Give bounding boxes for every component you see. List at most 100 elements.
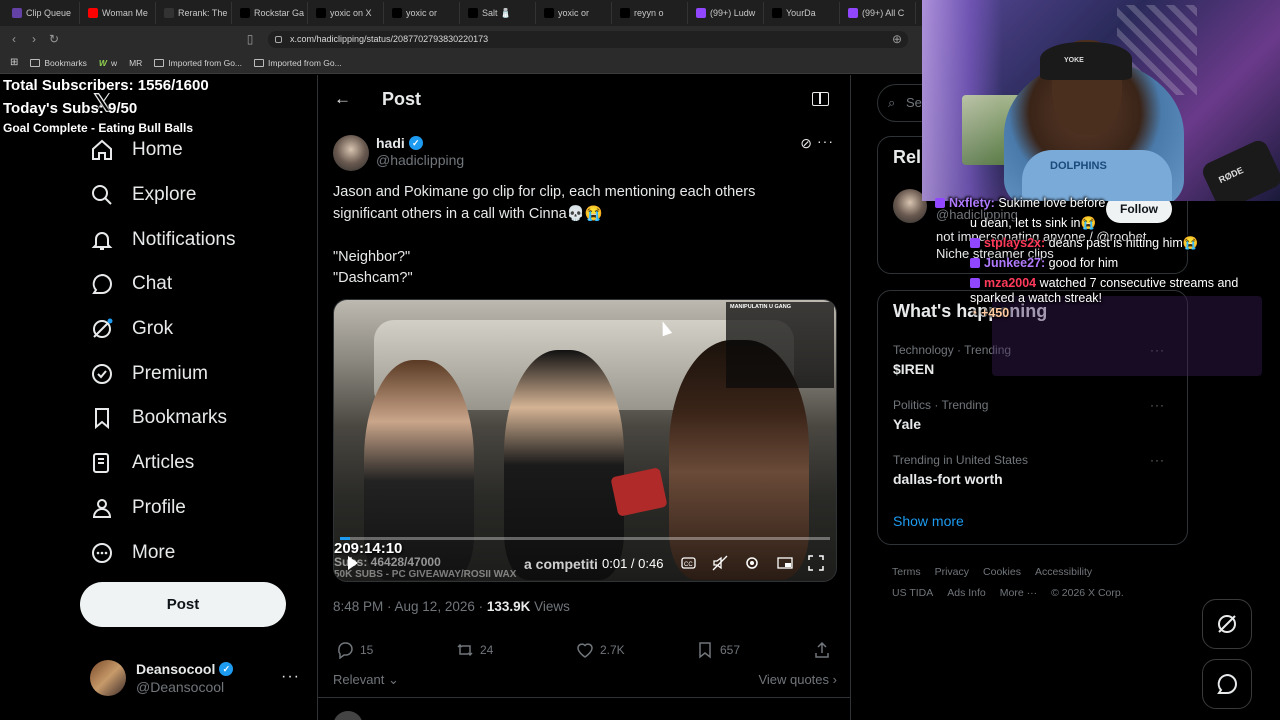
chat-username: stplays2x:	[984, 236, 1046, 250]
video-progress-bar[interactable]	[340, 537, 830, 540]
browser-tab[interactable]: (99+) All C	[842, 2, 916, 24]
account-switcher[interactable]: Deansocool ✓ @Deansocool ···	[90, 658, 310, 698]
sub-goal-overlay: Total Subscribers: 1556/1600 Today's Sub…	[3, 77, 209, 135]
more-icon	[90, 541, 114, 565]
share-button[interactable]	[813, 641, 831, 659]
footer-link[interactable]: Accessibility	[1035, 566, 1092, 578]
nav-item-explore[interactable]: Explore	[80, 173, 310, 218]
tab-favicon-icon	[848, 8, 858, 18]
grok-icon[interactable]: ⊘	[800, 135, 812, 152]
footer-link[interactable]: US TIDA	[892, 587, 933, 599]
nav-item-articles[interactable]: Articles	[80, 441, 310, 486]
more-dots-icon[interactable]: ···	[281, 668, 300, 686]
post-button[interactable]: Post	[80, 582, 286, 627]
nav-label: Notifications	[132, 228, 236, 250]
footer-link[interactable]: More ···	[1000, 587, 1037, 599]
shirt-text: DOLPHINS	[1050, 160, 1107, 172]
tab-favicon-icon	[468, 8, 478, 18]
author-handle[interactable]: @hadiclipping	[376, 152, 464, 168]
apps-grid-icon[interactable]: ⊞	[10, 57, 18, 68]
reader-mode-icon[interactable]	[812, 92, 829, 106]
trend-item[interactable]: Trending in United States dallas-fort wo…	[893, 453, 1173, 487]
more-dots-icon[interactable]: ···	[1150, 453, 1165, 467]
more-dots-icon[interactable]: ···	[1150, 398, 1165, 412]
settings-gear-icon[interactable]	[744, 555, 760, 571]
w-logo-icon: W	[98, 57, 107, 68]
zoom-icon[interactable]: ⊕	[887, 32, 907, 46]
nav-item-premium[interactable]: Premium	[80, 351, 310, 396]
video-player[interactable]: MANIPULATIN U GANG 209:14:10 Subs: 46428…	[333, 299, 837, 582]
webcam-overlay: YOKE DOLPHINS RØDE	[922, 0, 1280, 201]
nav-item-notifications[interactable]: Notifications	[80, 217, 310, 262]
bookmark-item[interactable]: Ww	[99, 58, 117, 68]
author-avatar[interactable]	[333, 135, 369, 171]
footer-link[interactable]: Privacy	[935, 566, 969, 578]
total-subs-text: Total Subscribers: 1556/1600	[3, 77, 209, 94]
post-timestamp[interactable]: 8:48 PM · Aug 12, 2026 ·	[333, 599, 487, 614]
nav-item-more[interactable]: More	[80, 530, 310, 575]
author-name-row[interactable]: hadi ✓	[376, 135, 423, 151]
view-quotes-label: View quotes	[758, 672, 830, 687]
browser-tab[interactable]: (99+) Ludw	[690, 2, 764, 24]
bookmark-item[interactable]: MR	[129, 58, 142, 68]
play-icon[interactable]	[348, 556, 358, 570]
captions-icon[interactable]: CC	[680, 555, 696, 571]
bookmark-item[interactable]: Imported from Go...	[254, 58, 342, 68]
browser-tab[interactable]: yoxic on X	[310, 2, 384, 24]
browser-tab[interactable]: Woman Me	[82, 2, 156, 24]
bookmark-icon	[699, 642, 711, 659]
chat-text: deans past is hitting him😭	[1045, 236, 1199, 250]
messages-fab-button[interactable]	[1202, 659, 1252, 709]
browser-tab[interactable]: yoxic or	[538, 2, 612, 24]
browser-tab[interactable]: Rockstar Ga	[234, 2, 308, 24]
browser-tab[interactable]: Clip Queue	[6, 2, 80, 24]
bookmark-star-icon[interactable]: ▯	[240, 32, 260, 46]
account-name: Deansocool	[136, 661, 216, 677]
footer-link[interactable]: Cookies	[983, 566, 1021, 578]
nav-item-bookmarks[interactable]: Bookmarks	[80, 396, 310, 441]
tab-favicon-icon	[88, 8, 98, 18]
nav-item-grok[interactable]: Grok	[80, 307, 310, 352]
forward-arrow-icon[interactable]: ›	[24, 32, 44, 46]
mute-icon[interactable]	[712, 555, 728, 571]
tab-favicon-icon	[620, 8, 630, 18]
video-time: 0:01 / 0:46	[602, 556, 664, 571]
chat-username: mza2004	[984, 276, 1037, 290]
search-placeholder: Se	[906, 95, 922, 110]
browser-tab[interactable]: Rerank: The	[158, 2, 232, 24]
browser-tab[interactable]: Salt 🧂	[462, 2, 536, 24]
repost-button[interactable]: 24	[456, 641, 493, 659]
bookmark-item[interactable]: Imported from Go...	[154, 58, 242, 68]
like-button[interactable]: 2.7K	[576, 641, 625, 659]
bookmark-item[interactable]: Bookmarks	[30, 58, 87, 68]
nav-label: Explore	[132, 184, 197, 206]
grok-fab-button[interactable]	[1202, 599, 1252, 649]
footer-link[interactable]: Terms	[892, 566, 921, 578]
twitch-icon	[970, 238, 980, 248]
trend-item[interactable]: Politics · Trending Yale ···	[893, 398, 1173, 432]
show-more-link[interactable]: Show more	[893, 513, 964, 529]
reply-button[interactable]: 15	[336, 641, 373, 659]
site-info-icon[interactable]	[275, 36, 282, 43]
reload-icon[interactable]: ↻	[44, 32, 64, 46]
back-arrow-icon[interactable]: ←	[334, 89, 351, 109]
url-input[interactable]: x.com/hadiclipping/status/20877027938302…	[268, 31, 908, 48]
tab-favicon-icon	[240, 8, 250, 18]
fullscreen-icon[interactable]	[808, 555, 824, 571]
back-arrow-icon[interactable]: ‹	[4, 32, 24, 46]
author-name[interactable]: hadi	[376, 135, 405, 151]
footer-link[interactable]: Ads Info	[947, 587, 986, 599]
pip-icon[interactable]	[777, 555, 793, 571]
browser-tab[interactable]: reyyn o	[614, 2, 688, 24]
chat-text: u dean, let ts sink in😭	[970, 216, 1097, 230]
browser-tab[interactable]: yoxic or	[386, 2, 460, 24]
nav-item-profile[interactable]: Profile	[80, 486, 310, 531]
tab-favicon-icon	[392, 8, 402, 18]
browser-tab[interactable]: YourDa	[766, 2, 840, 24]
caption-overlay: a competiti	[524, 556, 598, 572]
sort-dropdown[interactable]: Relevant ⌄	[333, 672, 399, 687]
view-quotes-link[interactable]: View quotes ›	[758, 672, 837, 687]
bookmark-button[interactable]: 657	[696, 641, 740, 659]
more-dots-icon[interactable]: ···	[817, 133, 834, 149]
nav-item-chat[interactable]: Chat	[80, 262, 310, 307]
